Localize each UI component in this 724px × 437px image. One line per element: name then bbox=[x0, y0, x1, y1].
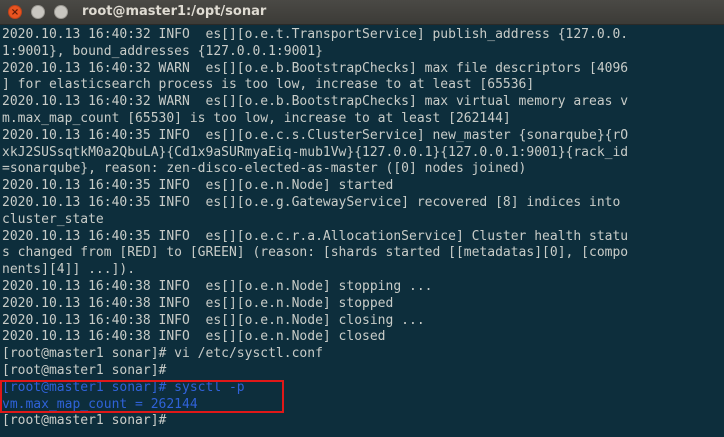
maximize-window-button[interactable] bbox=[54, 5, 68, 19]
terminal-line: 2020.10.13 16:40:38 INFO es[][o.e.n.Node… bbox=[2, 329, 386, 345]
terminal-line: =sonarqube}, reason: zen-disco-elected-a… bbox=[2, 161, 527, 177]
terminal-line: [root@master1 sonar]# vi /etc/sysctl.con… bbox=[2, 346, 323, 362]
terminal-line: s changed from [RED] to [GREEN] (reason:… bbox=[2, 245, 629, 261]
terminal-line: [root@master1 sonar]# bbox=[2, 362, 167, 378]
minimize-window-button[interactable] bbox=[31, 5, 45, 19]
terminal-line: 2020.10.13 16:40:35 INFO es[][o.e.n.Node… bbox=[2, 178, 394, 194]
terminal-output[interactable]: 2020.10.13 16:40:32 INFO es[][o.e.t.Tran… bbox=[0, 25, 724, 437]
terminal-line: 2020.10.13 16:40:32 INFO es[][o.e.t.Tran… bbox=[2, 27, 629, 42]
terminal-line: 2020.10.13 16:40:32 WARN es[][o.e.b.Boot… bbox=[2, 60, 629, 76]
close-window-button[interactable]: × bbox=[8, 5, 22, 19]
terminal-prompt[interactable]: [root@master1 sonar]# bbox=[2, 413, 628, 430]
terminal-line: 2020.10.13 16:40:35 INFO es[][o.e.c.r.a.… bbox=[2, 228, 629, 244]
terminal-line: 2020.10.13 16:40:35 INFO es[][o.e.g.Gate… bbox=[2, 194, 621, 210]
highlighted-command-block: [root@master1 sonar]# sysctl -p vm.max_m… bbox=[0, 379, 628, 414]
terminal-line: 1:9001}, bound_addresses {127.0.0.1:9001… bbox=[2, 43, 323, 59]
terminal-line: ] for elasticsearch process is too low, … bbox=[2, 77, 535, 93]
terminal-line: nents][4]] ...]). bbox=[2, 262, 136, 278]
title-bar[interactable]: × root@master1:/opt/sonar bbox=[0, 0, 724, 25]
terminal-lines: 2020.10.13 16:40:32 INFO es[][o.e.t.Tran… bbox=[0, 27, 629, 430]
close-icon: × bbox=[10, 7, 20, 18]
terminal-line: xkJ2SUSsqtkM0a2QbuLA}{Cd1x9aSURmyaEiq-mu… bbox=[2, 144, 629, 160]
terminal-line: 2020.10.13 16:40:38 INFO es[][o.e.n.Node… bbox=[2, 295, 394, 311]
terminal-line: 2020.10.13 16:40:38 INFO es[][o.e.n.Node… bbox=[2, 312, 425, 328]
terminal-line: cluster_state bbox=[2, 211, 104, 227]
window-title: root@master1:/opt/sonar bbox=[82, 4, 267, 19]
terminal-window: × root@master1:/opt/sonar 2020.10.13 16:… bbox=[0, 0, 724, 437]
terminal-line: 2020.10.13 16:40:32 WARN es[][o.e.b.Boot… bbox=[2, 94, 629, 110]
terminal-line: 2020.10.13 16:40:35 INFO es[][o.e.c.s.Cl… bbox=[2, 127, 629, 143]
sysctl-output-line: vm.max_map_count = 262144 bbox=[2, 396, 198, 412]
sysctl-command-line: [root@master1 sonar]# sysctl -p bbox=[2, 379, 245, 395]
terminal-line: m.max_map_count [65530] is too low, incr… bbox=[2, 110, 511, 126]
terminal-line: 2020.10.13 16:40:38 INFO es[][o.e.n.Node… bbox=[2, 278, 433, 294]
